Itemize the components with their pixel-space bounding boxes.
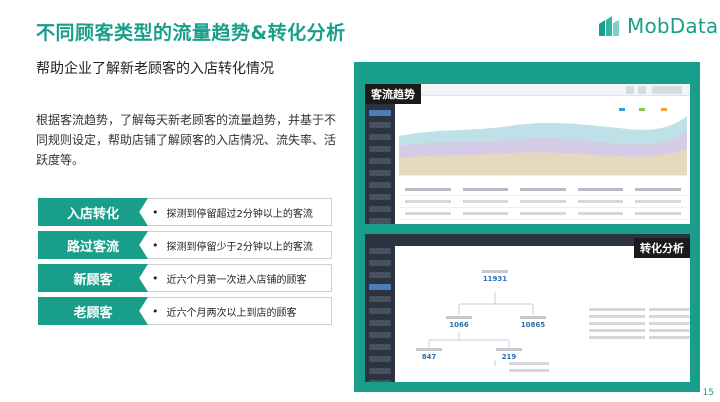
conversion-analysis-screenshot: 转化分析 11931 1066 10865 847 219	[365, 234, 690, 382]
traffic-trend-screenshot: 客流趋势	[365, 84, 690, 224]
page-number: 15	[702, 388, 714, 398]
funnel-node-right: 10865	[513, 316, 553, 329]
building-blocks-icon	[599, 16, 619, 36]
bullet: •	[152, 271, 159, 285]
definition-text: 探测到停留超过2分钟以上的客流	[166, 208, 313, 220]
definition-text: 探测到停留少于2分钟以上的客流	[166, 241, 313, 253]
funnel-value: 219	[501, 353, 517, 361]
slide-subtitle: 帮助企业了解新老顾客的入店转化情况	[36, 61, 274, 77]
definition-row: 新顾客 • 近六个月第一次进入店铺的顾客	[38, 264, 332, 292]
definition-label: 老顾客	[38, 297, 148, 325]
app-sidebar	[365, 234, 395, 382]
trend-table	[399, 184, 687, 220]
app-sidebar	[365, 84, 395, 224]
definition-label: 路过客流	[38, 231, 148, 259]
logo-text: MobData	[627, 14, 719, 38]
funnel-stats	[649, 308, 690, 343]
definition-text-box: • 近六个月两次以上到店的顾客	[144, 297, 332, 325]
funnel-node-bottom-left: 847	[409, 348, 449, 361]
definition-text-box: • 探测到停留超过2分钟以上的客流	[144, 198, 332, 226]
definition-text: 近六个月第一次进入店铺的顾客	[166, 274, 307, 286]
trend-area-chart	[399, 108, 687, 176]
definition-text-box: • 探测到停留少于2分钟以上的客流	[144, 231, 332, 259]
app-topbar	[395, 84, 690, 96]
conversion-funnel: 11931 1066 10865 847 219	[399, 248, 690, 378]
funnel-node-bottom-right: 219	[489, 348, 529, 361]
mobdata-logo: MobData	[597, 14, 718, 38]
funnel-value: 847	[421, 353, 437, 361]
bullet: •	[152, 304, 159, 318]
funnel-value: 10865	[520, 321, 546, 329]
definition-list: 入店转化 • 探测到停留超过2分钟以上的客流 路过客流 • 探测到停留少于2分钟…	[38, 198, 332, 330]
definition-row: 路过客流 • 探测到停留少于2分钟以上的客流	[38, 231, 332, 259]
definition-text-box: • 近六个月第一次进入店铺的顾客	[144, 264, 332, 292]
definition-label: 入店转化	[38, 198, 148, 226]
funnel-value: 11931	[482, 275, 508, 283]
slide-title: 不同顾客类型的流量趋势&转化分析	[36, 22, 346, 44]
definition-row: 老顾客 • 近六个月两次以上到店的顾客	[38, 297, 332, 325]
funnel-node-left: 1066	[439, 316, 479, 329]
bullet: •	[152, 205, 159, 219]
funnel-stats	[509, 362, 549, 376]
funnel-node-total: 11931	[475, 270, 515, 283]
definition-label: 新顾客	[38, 264, 148, 292]
slide-description: 根据客流趋势，了解每天新老顾客的流量趋势，并基于不同规则设定，帮助店铺了解顾客的…	[36, 113, 337, 167]
trend-tag: 客流趋势	[365, 84, 421, 104]
definition-row: 入店转化 • 探测到停留超过2分钟以上的客流	[38, 198, 332, 226]
funnel-value: 1066	[449, 321, 469, 329]
definition-text: 近六个月两次以上到店的顾客	[166, 307, 297, 319]
funnel-stats	[589, 308, 645, 343]
bullet: •	[152, 238, 159, 252]
